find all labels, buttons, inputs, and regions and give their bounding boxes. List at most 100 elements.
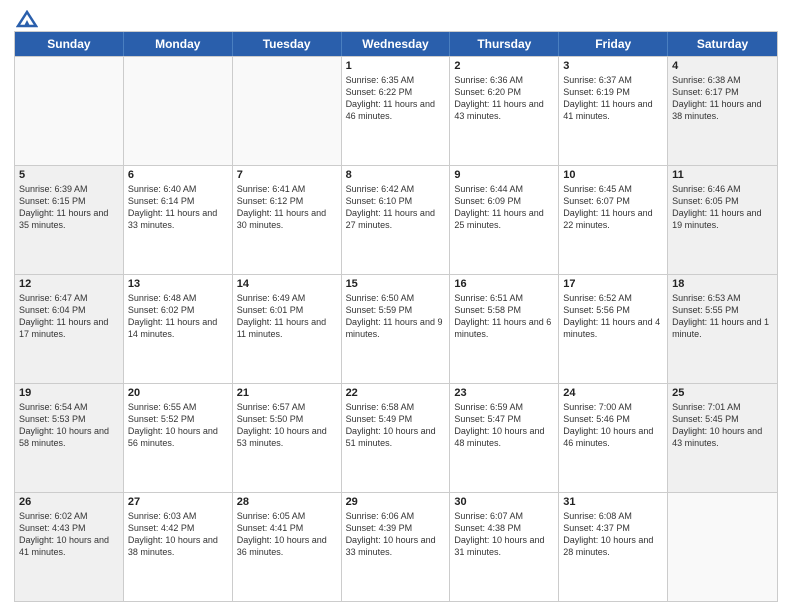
- day-info: Sunrise: 7:01 AM Sunset: 5:45 PM Dayligh…: [672, 401, 773, 450]
- day-info: Sunrise: 6:39 AM Sunset: 6:15 PM Dayligh…: [19, 183, 119, 232]
- day-info: Sunrise: 6:52 AM Sunset: 5:56 PM Dayligh…: [563, 292, 663, 341]
- page: SundayMondayTuesdayWednesdayThursdayFrid…: [0, 0, 792, 612]
- calendar-cell: 4 Sunrise: 6:38 AM Sunset: 6:17 PM Daylig…: [668, 57, 777, 165]
- day-number: 15: [346, 278, 446, 290]
- day-number: 19: [19, 387, 119, 399]
- weekday-header-wednesday: Wednesday: [342, 32, 451, 56]
- calendar-cell: 26Sunrise: 6:02 AM Sunset: 4:43 PM Dayli…: [15, 493, 124, 601]
- calendar-cell: [15, 57, 124, 165]
- day-info: Sunrise: 6:57 AM Sunset: 5:50 PM Dayligh…: [237, 401, 337, 450]
- logo: [14, 12, 38, 25]
- calendar-row-2: 12 Sunrise: 6:47 AM Sunset: 6:04 PM Dayli…: [15, 274, 777, 383]
- day-number: 2: [454, 60, 554, 72]
- weekday-header-saturday: Saturday: [668, 32, 777, 56]
- calendar-cell: 9 Sunrise: 6:44 AM Sunset: 6:09 PM Daylig…: [450, 166, 559, 274]
- day-info: Sunrise: 6:07 AM Sunset: 4:38 PM Dayligh…: [454, 510, 554, 559]
- day-number: 14: [237, 278, 337, 290]
- weekday-header-tuesday: Tuesday: [233, 32, 342, 56]
- day-number: 5: [19, 169, 119, 181]
- day-info: Sunrise: 6:49 AM Sunset: 6:01 PM Dayligh…: [237, 292, 337, 341]
- calendar-cell: [124, 57, 233, 165]
- calendar-cell: 29 Sunrise: 6:06 AM Sunset: 4:39 PM Dayli…: [342, 493, 451, 601]
- calendar-cell: 18Sunrise: 6:53 AM Sunset: 5:55 PM Dayli…: [668, 275, 777, 383]
- day-info: Sunrise: 6:03 AM Sunset: 4:42 PM Dayligh…: [128, 510, 228, 559]
- calendar-cell: 1 Sunrise: 6:35 AM Sunset: 6:22 PM Daylig…: [342, 57, 451, 165]
- day-info: Sunrise: 6:45 AM Sunset: 6:07 PM Dayligh…: [563, 183, 663, 232]
- calendar-row-3: 19 Sunrise: 6:54 AM Sunset: 5:53 PM Dayli…: [15, 383, 777, 492]
- calendar-body: 1 Sunrise: 6:35 AM Sunset: 6:22 PM Daylig…: [15, 56, 777, 601]
- calendar-row-1: 5 Sunrise: 6:39 AM Sunset: 6:15 PM Daylig…: [15, 165, 777, 274]
- weekday-header-sunday: Sunday: [15, 32, 124, 56]
- weekday-header-monday: Monday: [124, 32, 233, 56]
- day-info: Sunrise: 6:38 AM Sunset: 6:17 PM Dayligh…: [672, 74, 773, 123]
- day-number: 31: [563, 496, 663, 508]
- calendar-cell: 16Sunrise: 6:51 AM Sunset: 5:58 PM Dayli…: [450, 275, 559, 383]
- calendar-cell: 15Sunrise: 6:50 AM Sunset: 5:59 PM Dayli…: [342, 275, 451, 383]
- calendar-cell: 23 Sunrise: 6:59 AM Sunset: 5:47 PM Dayli…: [450, 384, 559, 492]
- calendar-row-0: 1 Sunrise: 6:35 AM Sunset: 6:22 PM Daylig…: [15, 56, 777, 165]
- day-number: 4: [672, 60, 773, 72]
- weekday-header-thursday: Thursday: [450, 32, 559, 56]
- calendar-cell: 24 Sunrise: 7:00 AM Sunset: 5:46 PM Dayli…: [559, 384, 668, 492]
- day-info: Sunrise: 7:00 AM Sunset: 5:46 PM Dayligh…: [563, 401, 663, 450]
- day-number: 3: [563, 60, 663, 72]
- day-number: 29: [346, 496, 446, 508]
- day-info: Sunrise: 6:44 AM Sunset: 6:09 PM Dayligh…: [454, 183, 554, 232]
- day-number: 11: [672, 169, 773, 181]
- calendar-cell: 19 Sunrise: 6:54 AM Sunset: 5:53 PM Dayli…: [15, 384, 124, 492]
- calendar-cell: 13Sunrise: 6:48 AM Sunset: 6:02 PM Dayli…: [124, 275, 233, 383]
- day-number: 21: [237, 387, 337, 399]
- calendar-cell: 17 Sunrise: 6:52 AM Sunset: 5:56 PM Dayli…: [559, 275, 668, 383]
- day-number: 17: [563, 278, 663, 290]
- calendar-cell: [233, 57, 342, 165]
- day-number: 28: [237, 496, 337, 508]
- calendar-cell: [668, 493, 777, 601]
- day-number: 27: [128, 496, 228, 508]
- calendar-cell: 6 Sunrise: 6:40 AM Sunset: 6:14 PM Daylig…: [124, 166, 233, 274]
- day-info: Sunrise: 6:48 AM Sunset: 6:02 PM Dayligh…: [128, 292, 228, 341]
- day-info: Sunrise: 6:41 AM Sunset: 6:12 PM Dayligh…: [237, 183, 337, 232]
- calendar-cell: 31 Sunrise: 6:08 AM Sunset: 4:37 PM Dayli…: [559, 493, 668, 601]
- day-info: Sunrise: 6:35 AM Sunset: 6:22 PM Dayligh…: [346, 74, 446, 123]
- day-number: 23: [454, 387, 554, 399]
- calendar-cell: 5 Sunrise: 6:39 AM Sunset: 6:15 PM Daylig…: [15, 166, 124, 274]
- header: [14, 10, 778, 25]
- day-info: Sunrise: 6:54 AM Sunset: 5:53 PM Dayligh…: [19, 401, 119, 450]
- day-info: Sunrise: 6:46 AM Sunset: 6:05 PM Dayligh…: [672, 183, 773, 232]
- calendar-cell: 3Sunrise: 6:37 AM Sunset: 6:19 PM Daylig…: [559, 57, 668, 165]
- calendar-cell: 7Sunrise: 6:41 AM Sunset: 6:12 PM Daylig…: [233, 166, 342, 274]
- day-info: Sunrise: 6:06 AM Sunset: 4:39 PM Dayligh…: [346, 510, 446, 559]
- weekday-header-friday: Friday: [559, 32, 668, 56]
- day-number: 6: [128, 169, 228, 181]
- day-number: 26: [19, 496, 119, 508]
- day-number: 25: [672, 387, 773, 399]
- calendar-cell: 30 Sunrise: 6:07 AM Sunset: 4:38 PM Dayli…: [450, 493, 559, 601]
- day-number: 10: [563, 169, 663, 181]
- day-info: Sunrise: 6:42 AM Sunset: 6:10 PM Dayligh…: [346, 183, 446, 232]
- calendar-header: SundayMondayTuesdayWednesdayThursdayFrid…: [15, 32, 777, 56]
- day-number: 30: [454, 496, 554, 508]
- day-info: Sunrise: 6:47 AM Sunset: 6:04 PM Dayligh…: [19, 292, 119, 341]
- logo-icon: [16, 10, 38, 28]
- calendar-cell: 2Sunrise: 6:36 AM Sunset: 6:20 PM Daylig…: [450, 57, 559, 165]
- day-info: Sunrise: 6:59 AM Sunset: 5:47 PM Dayligh…: [454, 401, 554, 450]
- day-number: 9: [454, 169, 554, 181]
- calendar-cell: 27 Sunrise: 6:03 AM Sunset: 4:42 PM Dayli…: [124, 493, 233, 601]
- calendar-cell: 11 Sunrise: 6:46 AM Sunset: 6:05 PM Dayli…: [668, 166, 777, 274]
- calendar-cell: 8Sunrise: 6:42 AM Sunset: 6:10 PM Daylig…: [342, 166, 451, 274]
- day-info: Sunrise: 6:40 AM Sunset: 6:14 PM Dayligh…: [128, 183, 228, 232]
- day-info: Sunrise: 6:08 AM Sunset: 4:37 PM Dayligh…: [563, 510, 663, 559]
- day-number: 1: [346, 60, 446, 72]
- calendar-cell: 14 Sunrise: 6:49 AM Sunset: 6:01 PM Dayli…: [233, 275, 342, 383]
- calendar-cell: 12 Sunrise: 6:47 AM Sunset: 6:04 PM Dayli…: [15, 275, 124, 383]
- day-number: 12: [19, 278, 119, 290]
- day-number: 24: [563, 387, 663, 399]
- day-number: 22: [346, 387, 446, 399]
- calendar-cell: 28 Sunrise: 6:05 AM Sunset: 4:41 PM Dayli…: [233, 493, 342, 601]
- day-info: Sunrise: 6:05 AM Sunset: 4:41 PM Dayligh…: [237, 510, 337, 559]
- calendar-row-4: 26Sunrise: 6:02 AM Sunset: 4:43 PM Dayli…: [15, 492, 777, 601]
- day-info: Sunrise: 6:55 AM Sunset: 5:52 PM Dayligh…: [128, 401, 228, 450]
- day-info: Sunrise: 6:53 AM Sunset: 5:55 PM Dayligh…: [672, 292, 773, 341]
- calendar-cell: 20Sunrise: 6:55 AM Sunset: 5:52 PM Dayli…: [124, 384, 233, 492]
- calendar-cell: 22Sunrise: 6:58 AM Sunset: 5:49 PM Dayli…: [342, 384, 451, 492]
